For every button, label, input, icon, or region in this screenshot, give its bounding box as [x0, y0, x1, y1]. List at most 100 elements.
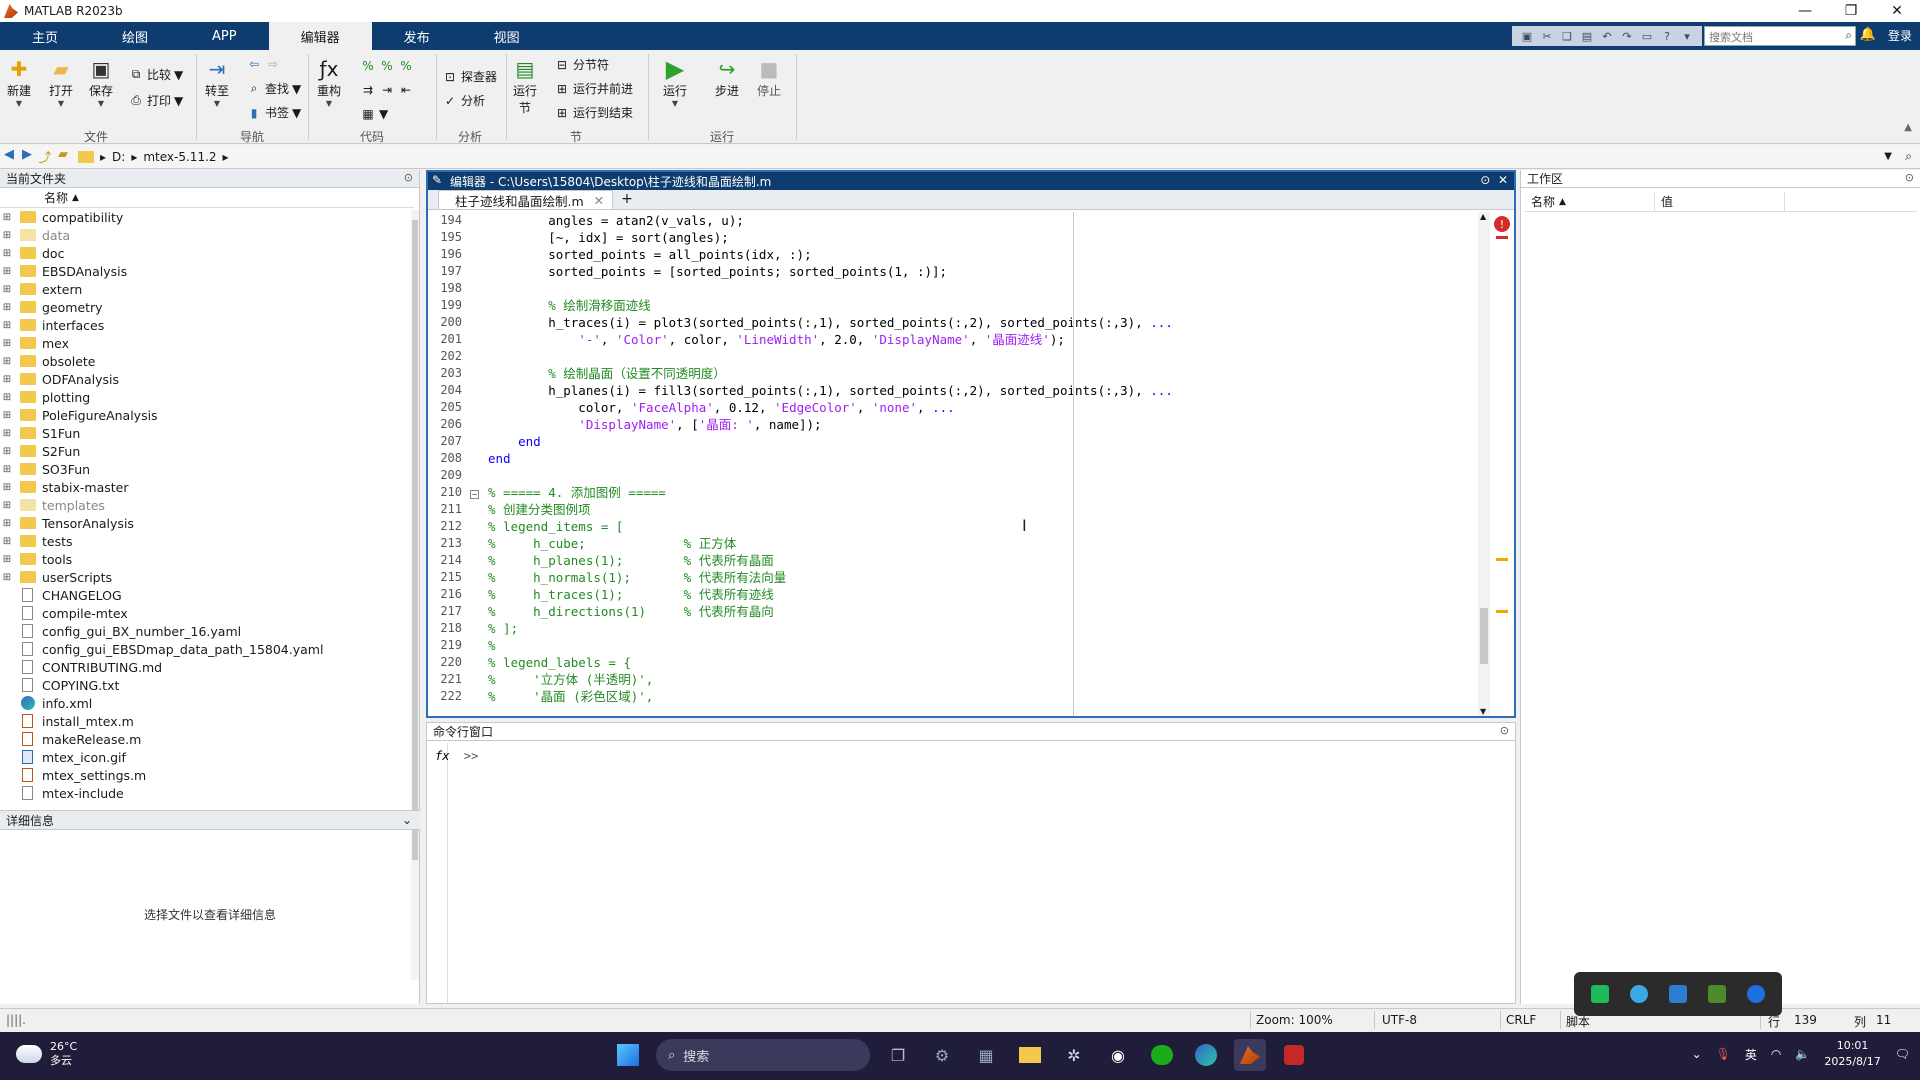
code-line[interactable]: 208 end: [428, 450, 1478, 467]
security-tray-icon[interactable]: [1668, 985, 1687, 1003]
code-line[interactable]: 221 % '立方体 (半透明)',: [428, 671, 1478, 688]
run-to-end-button[interactable]: ⊞ 运行到结束: [554, 104, 633, 121]
redo-icon[interactable]: ↷: [1618, 29, 1636, 43]
file-list-item[interactable]: ⊞ userScripts: [0, 568, 414, 586]
code-insert-button[interactable]: ▦ ▼: [360, 106, 388, 122]
file-list-item[interactable]: mtex_icon.gif: [0, 748, 414, 766]
line-number[interactable]: 211: [428, 501, 466, 518]
expand-icon[interactable]: ⊞: [0, 338, 14, 349]
code-line[interactable]: 209: [428, 467, 1478, 484]
open-button[interactable]: ▰ 打开 ▼: [48, 56, 74, 108]
code-line[interactable]: 210−% ===== 4. 添加图例 =====: [428, 484, 1478, 501]
wechat-icon[interactable]: [1146, 1039, 1178, 1071]
file-list-item[interactable]: ⊞ S1Fun: [0, 424, 414, 442]
code-line[interactable]: 211 % 创建分类图例项: [428, 501, 1478, 518]
line-number[interactable]: 210: [428, 484, 466, 501]
warning-mark[interactable]: [1496, 610, 1508, 613]
expand-icon[interactable]: ⊞: [0, 572, 14, 583]
code-line[interactable]: 199 % 绘制滑移面迹线: [428, 297, 1478, 314]
notification-icon[interactable]: 🗨: [1895, 1047, 1910, 1061]
tab-editor[interactable]: 编辑器: [268, 22, 372, 50]
notification-bell-icon[interactable]: 🔔: [1860, 27, 1876, 42]
expand-icon[interactable]: ⊞: [0, 500, 14, 511]
run-button[interactable]: ▶ 运行 ▼: [662, 55, 688, 108]
volume-icon[interactable]: 🔈: [1795, 1047, 1810, 1061]
line-number[interactable]: 200: [428, 314, 466, 331]
back-icon[interactable]: ◀: [0, 147, 18, 166]
expand-icon[interactable]: ⊞: [0, 212, 14, 223]
code-line[interactable]: 205 color, 'FaceAlpha', 0.12, 'EdgeColor…: [428, 399, 1478, 416]
fold-toggle-icon[interactable]: −: [466, 484, 488, 501]
windows-start-icon[interactable]: [612, 1039, 644, 1071]
indent-icon[interactable]: ⇥: [379, 82, 395, 98]
file-list-item[interactable]: makeRelease.m: [0, 730, 414, 748]
file-list-item[interactable]: info.xml: [0, 694, 414, 712]
refactor-button[interactable]: ƒx 重构 ▼: [316, 56, 342, 108]
file-list-item[interactable]: ⊞ S2Fun: [0, 442, 414, 460]
file-list-item[interactable]: ⊞ mex: [0, 334, 414, 352]
paste-icon[interactable]: ▤: [1578, 29, 1596, 43]
bluetooth-tray-icon[interactable]: [1747, 985, 1766, 1003]
line-number[interactable]: 215: [428, 569, 466, 586]
file-list-item[interactable]: CONTRIBUTING.md: [0, 658, 414, 676]
file-list-item[interactable]: ⊞ TensorAnalysis: [0, 514, 414, 532]
file-list-item[interactable]: ⊞ PoleFigureAnalysis: [0, 406, 414, 424]
code-line[interactable]: 212 % legend_items = [: [428, 518, 1478, 535]
comment-icon[interactable]: %: [360, 58, 376, 74]
command-window[interactable]: 命令行窗口 ⊙ fx >>: [426, 722, 1516, 1004]
settings-gear-icon[interactable]: ⚙: [926, 1039, 958, 1071]
restore-button[interactable]: ❐: [1828, 0, 1874, 22]
calculator-icon[interactable]: ▦: [970, 1039, 1002, 1071]
print-button[interactable]: ⎙ 打印 ▼: [128, 92, 183, 109]
expand-icon[interactable]: ⊞: [0, 320, 14, 331]
code-line[interactable]: 219%: [428, 637, 1478, 654]
task-view-icon[interactable]: ❐: [882, 1039, 914, 1071]
editor-close-icon[interactable]: ✕: [1498, 173, 1508, 187]
file-list-item[interactable]: mtex_settings.m: [0, 766, 414, 784]
indent-tools[interactable]: ⇉ ⇥ ⇤: [360, 82, 414, 98]
command-actions-icon[interactable]: ⊙: [1500, 724, 1509, 737]
tab-home[interactable]: 主页: [0, 22, 90, 50]
expand-icon[interactable]: ⊞: [0, 464, 14, 475]
file-list-item[interactable]: CHANGELOG: [0, 586, 414, 604]
tab-view[interactable]: 视图: [462, 22, 552, 50]
close-button[interactable]: ✕: [1874, 0, 1920, 22]
code-line[interactable]: 207 end: [428, 433, 1478, 450]
login-link[interactable]: 登录: [1888, 27, 1912, 44]
line-number[interactable]: 221: [428, 671, 466, 688]
line-number[interactable]: 204: [428, 382, 466, 399]
code-line[interactable]: 203 % 绘制晶面（设置不同透明度）: [428, 365, 1478, 382]
code-line[interactable]: 204 h_planes(i) = fill3(sorted_points(:,…: [428, 382, 1478, 399]
file-explorer-icon[interactable]: [1014, 1039, 1046, 1071]
address-folder[interactable]: mtex-5.11.2: [143, 150, 216, 164]
panel-actions-icon[interactable]: ⊙: [404, 171, 413, 184]
code-area[interactable]: 194 angles = atan2(v_vals, u); 195 [~, id…: [428, 212, 1478, 716]
matlab-taskbar-icon[interactable]: [1234, 1039, 1266, 1071]
forward-icon[interactable]: ▶: [18, 147, 36, 166]
line-number[interactable]: 218: [428, 620, 466, 637]
chevron-up-icon[interactable]: ⌄: [1692, 1047, 1702, 1061]
expand-icon[interactable]: ⊞: [0, 374, 14, 385]
line-number[interactable]: 213: [428, 535, 466, 552]
explorer-button[interactable]: ⊡ 探查器: [442, 68, 497, 85]
line-number[interactable]: 202: [428, 348, 466, 365]
expand-icon[interactable]: ⊞: [0, 410, 14, 421]
file-list-item[interactable]: ⊞ interfaces: [0, 316, 414, 334]
section-break-button[interactable]: ⊟ 分节符: [554, 56, 609, 73]
code-line[interactable]: 213 % h_cube; % 正方体: [428, 535, 1478, 552]
line-number[interactable]: 222: [428, 688, 466, 705]
file-list-item[interactable]: config_gui_BX_number_16.yaml: [0, 622, 414, 640]
file-list-item[interactable]: ⊞ ODFAnalysis: [0, 370, 414, 388]
code-line[interactable]: 198: [428, 280, 1478, 297]
file-list-item[interactable]: ⊞ doc: [0, 244, 414, 262]
browser-compass-icon[interactable]: ✲: [1058, 1039, 1090, 1071]
up-folder-icon[interactable]: ⤴: [36, 147, 54, 166]
workspace-actions-icon[interactable]: ⊙: [1905, 171, 1914, 184]
file-list-item[interactable]: install_mtex.m: [0, 712, 414, 730]
code-line[interactable]: 195 [~, idx] = sort(angles);: [428, 229, 1478, 246]
code-line[interactable]: 222 % '晶面 (彩色区域)',: [428, 688, 1478, 705]
compare-button[interactable]: ⧉ 比较 ▼: [128, 66, 184, 83]
line-number[interactable]: 214: [428, 552, 466, 569]
uncomment-icon[interactable]: %: [379, 58, 395, 74]
line-number[interactable]: 219: [428, 637, 466, 654]
